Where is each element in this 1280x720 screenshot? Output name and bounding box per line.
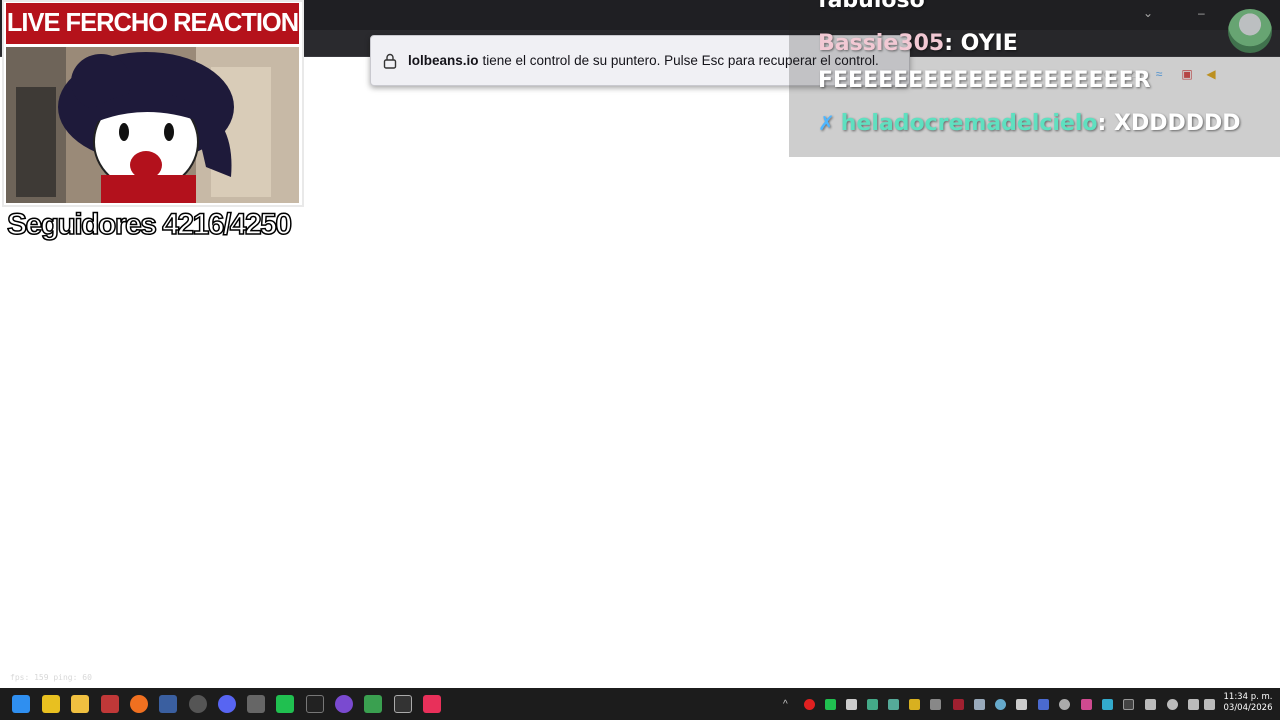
lock-icon xyxy=(383,53,397,69)
app-icon[interactable] xyxy=(101,695,119,713)
tray-icon[interactable] xyxy=(1102,699,1113,710)
tray-icon[interactable] xyxy=(804,699,815,710)
app-icon[interactable] xyxy=(394,695,412,713)
file-explorer-icon[interactable] xyxy=(71,695,89,713)
volume-icon[interactable] xyxy=(1204,699,1215,710)
app-icon[interactable] xyxy=(306,695,324,713)
tray-icon[interactable] xyxy=(953,699,964,710)
fps-readout: fps: 159 ping: 60 xyxy=(10,673,92,682)
tiktok-icon[interactable] xyxy=(423,695,441,713)
clock-date: 03/04/2026 xyxy=(1223,703,1273,713)
clock-time: 11:34 p. m. xyxy=(1223,692,1273,702)
chat-message: FEEEEEEEEEEEEEEEEEEEER xyxy=(818,68,1151,93)
tray-icon[interactable] xyxy=(1059,699,1070,710)
chat-message: Bassie305: OYIE xyxy=(818,31,1018,56)
kick-icon[interactable] xyxy=(276,695,294,713)
follower-goal: Seguidores 4216/4250 xyxy=(6,207,293,242)
chat-overlay: fabuloso Bassie305: OYIE FEEEEEEEEEEEEEE… xyxy=(789,0,1280,157)
tray-icon[interactable] xyxy=(909,699,920,710)
tray-icon[interactable] xyxy=(930,699,941,710)
tray-icon[interactable] xyxy=(974,699,985,710)
chat-message: fabuloso xyxy=(818,0,925,13)
stream-title: LIVE FERCHO REACTION xyxy=(6,3,299,44)
chat-message: ✗ heladocremadelcielo: XDDDDDD xyxy=(818,111,1241,136)
chat-username: Bassie305 xyxy=(818,31,945,56)
sword-badge-icon: ✗ xyxy=(818,111,835,135)
avatar-video xyxy=(6,47,299,203)
app-icon[interactable] xyxy=(364,695,382,713)
obs-icon[interactable] xyxy=(189,695,207,713)
tray-icon[interactable] xyxy=(867,699,878,710)
tray-icon[interactable] xyxy=(825,699,836,710)
app-icon[interactable] xyxy=(247,695,265,713)
discord-icon[interactable] xyxy=(218,695,236,713)
notification-domain: lolbeans.io xyxy=(408,53,479,68)
tray-icon[interactable] xyxy=(1016,699,1027,710)
app-icon[interactable] xyxy=(42,695,60,713)
tray-icon[interactable] xyxy=(1081,699,1092,710)
chat-text: : OYIE xyxy=(944,31,1018,56)
firefox-icon[interactable] xyxy=(130,695,148,713)
tray-icon[interactable] xyxy=(846,699,857,710)
wifi-icon[interactable] xyxy=(1145,699,1156,710)
taskbar-clock[interactable]: 11:34 p. m. 03/04/2026 xyxy=(1222,692,1274,714)
tray-icon[interactable] xyxy=(995,699,1006,710)
chat-text: FEEEEEEEEEEEEEEEEEEEER xyxy=(818,68,1151,93)
app-icon[interactable] xyxy=(159,695,177,713)
chat-text: : XDDDDDD xyxy=(1097,111,1241,136)
network-icon[interactable] xyxy=(1188,699,1199,710)
taskbar: ^ xyxy=(0,688,1280,720)
tray-icon[interactable] xyxy=(1123,699,1134,710)
cartoon-avatar-image xyxy=(6,47,299,203)
chat-username: heladocremadelcielo xyxy=(840,111,1098,136)
chat-text: fabuloso xyxy=(818,0,925,13)
microphone-icon[interactable] xyxy=(1167,699,1178,710)
tray-icon[interactable] xyxy=(888,699,899,710)
tray-icon[interactable] xyxy=(1038,699,1049,710)
app-icon[interactable] xyxy=(335,695,353,713)
chevron-up-icon[interactable]: ^ xyxy=(783,699,794,710)
windows-start-icon[interactable] xyxy=(12,695,30,713)
